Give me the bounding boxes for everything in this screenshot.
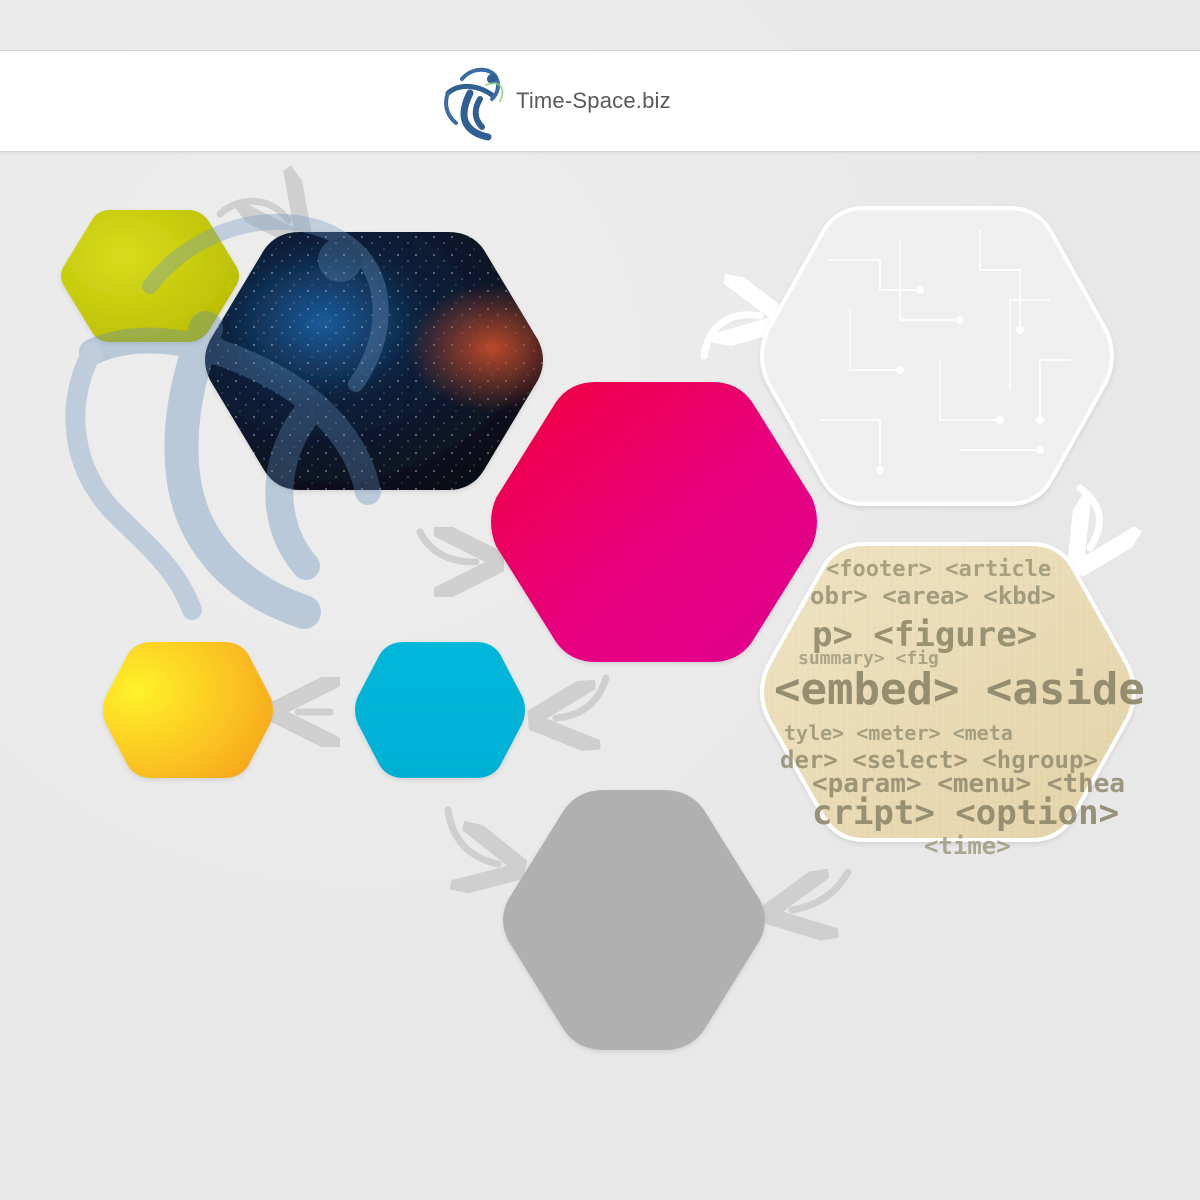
curved-arrow-icon	[792, 868, 852, 910]
site-header: Time-Space.biz	[0, 50, 1200, 152]
brand-name: Time-Space.biz	[516, 88, 671, 113]
html-tag-line-5: <embed> <aside	[774, 664, 1145, 715]
dancing-figure-logo-icon	[444, 67, 504, 141]
html-tag-line-9: cript> <option>	[812, 793, 1119, 833]
curved-arrow-icon	[416, 532, 476, 562]
curved-arrow-icon	[556, 674, 610, 718]
yellow-hexagon[interactable]	[103, 642, 273, 778]
brand-link[interactable]: Time-Space.biz	[440, 61, 671, 141]
curved-arrow-icon	[444, 806, 498, 864]
html-tag-line-2: obr> <area> <kbd>	[810, 582, 1056, 610]
cyan-hexagon[interactable]	[355, 642, 525, 778]
hexagon-diagram: <footer> <article obr> <area> <kbd> p> <…	[61, 0, 1145, 1050]
curved-arrow-icon	[1080, 484, 1099, 548]
circuit-board-hexagon[interactable]	[760, 206, 1114, 506]
html-tag-line-10: <time>	[924, 832, 1011, 860]
magenta-hexagon[interactable]	[491, 382, 817, 662]
html-tag-line-6: tyle> <meter> <meta	[784, 721, 1013, 745]
html-tag-line-1: <footer> <article	[826, 557, 1051, 582]
page: <footer> <article obr> <area> <kbd> p> <…	[0, 0, 1200, 1200]
curved-arrow-icon	[700, 315, 760, 360]
gray-hexagon[interactable]	[503, 790, 765, 1050]
